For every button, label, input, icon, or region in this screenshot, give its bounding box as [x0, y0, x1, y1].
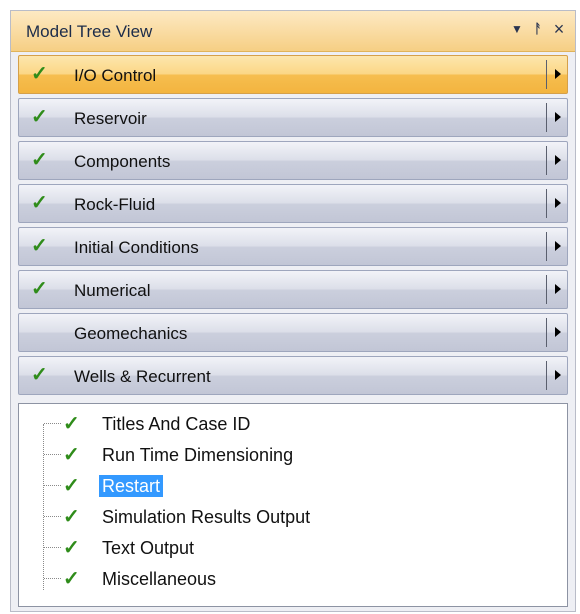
check-icon: ✓ [31, 364, 48, 386]
tree-branch-line [44, 485, 61, 486]
expand-arrow-icon[interactable] [555, 69, 561, 79]
section-divider [546, 103, 547, 132]
section-label: I/O Control [74, 66, 157, 85]
tree-branch-line [44, 516, 61, 517]
section-label: Wells & Recurrent [74, 367, 211, 386]
check-icon: ✓ [63, 537, 80, 559]
io-control-tree[interactable]: ✓ Titles And Case ID ✓ Run Time Dimensio… [18, 403, 568, 607]
section-label: Geomechanics [74, 324, 188, 343]
check-icon: ✓ [31, 235, 48, 257]
section-components[interactable]: ✓ Components [18, 141, 568, 180]
section-divider [546, 318, 547, 347]
pin-icon[interactable]: ᚨ [528, 19, 548, 39]
check-icon: ✓ [63, 506, 80, 528]
close-icon[interactable]: × [549, 19, 569, 39]
panel-title: Model Tree View [26, 22, 153, 41]
section-geomechanics[interactable]: Geomechanics [18, 313, 568, 352]
model-tree-view-panel: Model Tree View ▼ ᚨ × ✓ I/O Control ✓ Re… [10, 10, 576, 612]
section-divider [546, 232, 547, 261]
tree-item-simulation-results-output[interactable]: ✓ Simulation Results Output [19, 505, 559, 529]
section-list: ✓ I/O Control ✓ Reservoir ✓ Components ✓… [18, 55, 568, 399]
expand-arrow-icon[interactable] [555, 327, 561, 337]
tree-branch-line [44, 454, 61, 455]
section-label: Initial Conditions [74, 238, 199, 257]
check-icon: ✓ [63, 475, 80, 497]
section-label: Numerical [74, 281, 151, 300]
section-divider [546, 189, 547, 218]
check-icon: ✓ [31, 63, 48, 85]
tree-branch-line [44, 423, 61, 424]
section-label: Reservoir [74, 109, 147, 128]
section-label: Components [74, 152, 171, 171]
section-divider [546, 60, 547, 89]
section-numerical[interactable]: ✓ Numerical [18, 270, 568, 309]
tree-item-label: Restart [99, 475, 164, 497]
expand-arrow-icon[interactable] [555, 284, 561, 294]
check-icon: ✓ [63, 413, 80, 435]
tree-item-text-output[interactable]: ✓ Text Output [19, 536, 559, 560]
expand-arrow-icon[interactable] [555, 370, 561, 380]
expand-arrow-icon[interactable] [555, 198, 561, 208]
section-initial-conditions[interactable]: ✓ Initial Conditions [18, 227, 568, 266]
tree-item-miscellaneous[interactable]: ✓ Miscellaneous [19, 567, 559, 591]
section-divider [546, 361, 547, 390]
tree-item-label: Run Time Dimensioning [102, 445, 294, 465]
section-wells-recurrent[interactable]: ✓ Wells & Recurrent [18, 356, 568, 395]
section-divider [546, 146, 547, 175]
check-icon: ✓ [31, 106, 48, 128]
check-icon: ✓ [31, 278, 48, 300]
expand-arrow-icon[interactable] [555, 241, 561, 251]
tree-item-label: Text Output [102, 538, 195, 558]
section-rock-fluid[interactable]: ✓ Rock-Fluid [18, 184, 568, 223]
section-label: Rock-Fluid [74, 195, 156, 214]
check-icon: ✓ [63, 568, 80, 590]
tree-item-run-time-dimensioning[interactable]: ✓ Run Time Dimensioning [19, 443, 559, 467]
tree-branch-line [44, 547, 61, 548]
check-icon: ✓ [63, 444, 80, 466]
section-reservoir[interactable]: ✓ Reservoir [18, 98, 568, 137]
panel-title-bar: Model Tree View ▼ ᚨ × [11, 11, 575, 52]
check-icon: ✓ [31, 149, 48, 171]
tree-branch-line [44, 578, 61, 579]
chevron-down-icon[interactable]: ▼ [507, 19, 527, 39]
expand-arrow-icon[interactable] [555, 112, 561, 122]
section-divider [546, 275, 547, 304]
tree-item-label: Miscellaneous [102, 569, 217, 589]
section-io-control[interactable]: ✓ I/O Control [18, 55, 568, 94]
tree-item-label: Simulation Results Output [102, 507, 311, 527]
check-icon: ✓ [31, 192, 48, 214]
expand-arrow-icon[interactable] [555, 155, 561, 165]
tree-item-restart[interactable]: ✓ Restart [19, 474, 559, 498]
tree-item-label: Titles And Case ID [102, 414, 251, 434]
tree-item-titles-and-case-id[interactable]: ✓ Titles And Case ID [19, 412, 559, 436]
